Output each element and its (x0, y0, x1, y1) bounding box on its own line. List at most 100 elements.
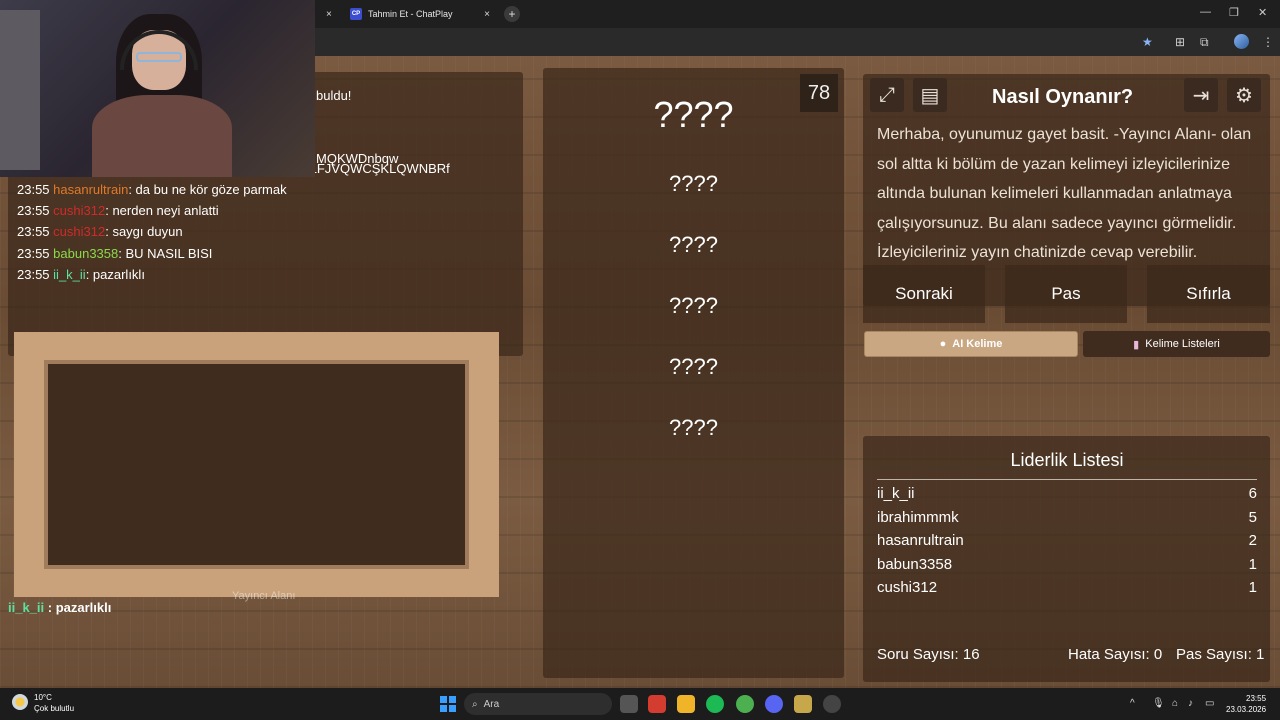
chat-line: 23:55 ii_k_ii: pazarlıklı (17, 264, 517, 285)
bookmark-star-icon[interactable]: ★ (1142, 35, 1153, 49)
menu-icon[interactable]: ⋮ (1262, 35, 1274, 49)
gear-icon[interactable]: ⚙ (1227, 78, 1261, 112)
pass-button[interactable]: Pas (1005, 265, 1127, 323)
discord-icon[interactable] (765, 695, 783, 713)
answer-slot: ???? (669, 293, 718, 318)
tab-word-lists[interactable]: ▮ Kelime Listeleri (1083, 331, 1270, 357)
taskbar-search-placeholder: Ara (483, 698, 500, 710)
leaderboard-score: 1 (1248, 579, 1257, 596)
chat-overlay-text: : pazarlıklı (44, 600, 112, 615)
chrome-icon[interactable] (736, 695, 754, 713)
chat-line: 23:55 cushi312: saygı duyun (17, 221, 517, 242)
weather-widget[interactable]: 10°C Çok bulutlu (12, 692, 74, 714)
answer-slot: ???? (669, 232, 718, 257)
close-icon[interactable]: × (326, 9, 332, 20)
leaderboard-score: 2 (1248, 532, 1257, 549)
chevron-up-icon[interactable]: ^ (1130, 698, 1135, 709)
minimize-icon[interactable]: — (1200, 6, 1211, 18)
leaderboard-row: cushi312 1 (877, 579, 1257, 596)
pixelated-word (44, 360, 469, 569)
streamer-word-area (14, 332, 499, 597)
profile-avatar[interactable] (1234, 34, 1249, 49)
tab-title: Tahmin Et - ChatPlay (368, 9, 453, 19)
weather-cloud-icon (12, 694, 28, 710)
volume-icon[interactable]: ♪ (1188, 698, 1193, 709)
chat-line: 23:55 babun3358: BU NASIL BISI (17, 243, 517, 264)
new-tab-button[interactable]: + (504, 6, 520, 22)
fullscreen-icon[interactable]: ⤢ (870, 78, 904, 112)
webcam-overlay (0, 0, 315, 177)
file-explorer-icon[interactable] (677, 695, 695, 713)
notebook-icon: ▮ (1133, 338, 1140, 351)
chatplay-favicon-icon: CP (350, 8, 362, 20)
close-icon[interactable]: × (484, 9, 490, 20)
question-count: Soru Sayısı: 16 (877, 646, 980, 663)
chat-username[interactable]: hasanrultrain (53, 182, 128, 197)
chat-text: : BU NASIL BISI (118, 245, 213, 261)
tab-word-lists-label: Kelime Listeleri (1145, 338, 1220, 350)
error-count: Hata Sayısı: 0 (1068, 646, 1163, 663)
chat-line: 23:55 cushi312: nerden neyi anlatti (17, 200, 517, 221)
chat-time: 23:55 (17, 224, 50, 240)
tab-ai-word-label: AI Kelime (952, 338, 1003, 350)
howto-title: Nasıl Oynanır? (992, 86, 1134, 108)
weather-desc: Çok bulutlu (34, 704, 75, 713)
leaderboard-row: babun3358 1 (877, 556, 1257, 573)
leaderboard-name: hasanrultrain (877, 532, 964, 549)
exit-icon[interactable]: ⇥ (1184, 78, 1218, 112)
leaderboard-score: 6 (1248, 485, 1257, 502)
leaderboard-name: ii_k_ii (877, 485, 915, 502)
maximize-icon[interactable]: ❐ (1229, 6, 1239, 19)
network-icon[interactable]: ⌂ (1172, 698, 1178, 709)
leaderboard-row: hasanrultrain 2 (877, 532, 1257, 549)
clock-date: 23.03.2026 (1226, 705, 1267, 714)
reset-button[interactable]: Sıfırla (1147, 265, 1270, 323)
document-icon[interactable]: ▤ (913, 78, 947, 112)
next-button[interactable]: Sonraki (863, 265, 985, 323)
chat-username[interactable]: cushi312 (53, 224, 105, 239)
extensions-icon[interactable]: ⧉ (1200, 35, 1209, 50)
answer-slot: ???? (669, 171, 718, 196)
answer-slot: ???? (669, 354, 718, 379)
app-icon[interactable] (794, 695, 812, 713)
powerpoint-icon[interactable] (648, 695, 666, 713)
robot-icon: ● (939, 338, 947, 350)
taskbar-clock[interactable]: 23:55 23.03.2026 (1226, 693, 1266, 715)
translate-icon[interactable]: ⊞ (1175, 35, 1185, 49)
webcam-background (0, 10, 40, 170)
chat-time: 23:55 (17, 181, 50, 197)
taskbar: 10°C Çok bulutlu ⌕ Ara ^ 🎙 ⌂ ♪ ▭ 23:55 2… (0, 688, 1280, 720)
answer-slot: ???? (669, 415, 718, 440)
chat-time: 23:55 (17, 245, 50, 261)
tab-ai-word[interactable]: ● AI Kelime (864, 331, 1078, 357)
chat-message-partial: buldu! (316, 88, 352, 103)
leaderboard-row: ibrahimmmk 5 (877, 509, 1257, 526)
chat-username[interactable]: cushi312 (53, 203, 105, 218)
leaderboard-name: ibrahimmmk (877, 508, 959, 526)
taskbar-search[interactable]: ⌕ Ara (464, 693, 612, 715)
chat-text: : da bu ne kör göze parmak (128, 181, 287, 197)
microphone-icon[interactable]: 🎙 (1152, 698, 1165, 709)
search-icon: ⌕ (472, 698, 478, 710)
webcam-body (92, 95, 232, 177)
chat-text: : pazarlıklı (85, 267, 145, 283)
leaderboard-score: 5 (1248, 508, 1257, 526)
leaderboard-title: Liderlik Listesi (877, 450, 1257, 480)
chat-time: 23:55 (17, 203, 50, 219)
task-view-icon[interactable] (620, 695, 638, 713)
answer-slot-main: ???? (653, 94, 734, 135)
obs-icon[interactable] (823, 695, 841, 713)
chat-text: : saygı duyun (105, 224, 183, 240)
pass-count: Pas Sayısı: 1 (1176, 646, 1265, 663)
tab-previous[interactable]: × (316, 2, 340, 26)
chat-username[interactable]: ii_k_ii (53, 267, 86, 282)
chat-time: 23:55 (17, 267, 50, 283)
tab-chatplay[interactable]: CP Tahmin Et - ChatPlay × (340, 2, 500, 26)
chat-username[interactable]: babun3358 (53, 246, 118, 261)
spotify-icon[interactable] (706, 695, 724, 713)
battery-icon[interactable]: ▭ (1205, 698, 1214, 709)
howto-text: Merhaba, oyunumuz gayet basit. -Yayıncı … (877, 126, 1252, 261)
chat-overlay-user: ii_k_ii (8, 600, 45, 615)
windows-start-icon[interactable] (440, 696, 456, 712)
close-window-icon[interactable]: ✕ (1258, 6, 1267, 19)
